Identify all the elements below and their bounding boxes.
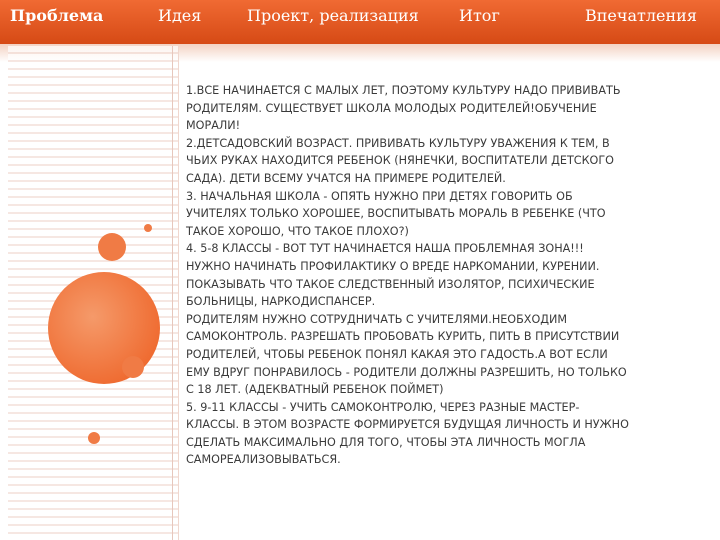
text-line: РОДИТЕЛЯМ НУЖНО СОТРУДНИЧАТЬ С УЧИТЕЛЯМИ… (186, 312, 568, 326)
text-line: 1.ВСЕ НАЧИНАЕТСЯ С МАЛЫХ ЛЕТ, ПОЭТОМУ КУ… (186, 84, 621, 97)
text-line: САМОРЕАЛИЗОВЫВАТЬСЯ. (186, 453, 341, 467)
text-line: 5. 9-11 КЛАССЫ - УЧИТЬ САМОКОНТРОЛЮ, ЧЕР… (186, 400, 580, 414)
text-line: 2.ДЕТСАДОВСКИЙ ВОЗРАСТ. ПРИВИВАТЬ КУЛЬТУ… (186, 136, 610, 150)
text-line: СДЕЛАТЬ МАКСИМАЛЬНО ДЛЯ ТОГО, ЧТОБЫ ЭТА … (186, 435, 586, 449)
text-line: ТАКОЕ ХОРОШО, ЧТО ТАКОЕ ПЛОХО?) (186, 224, 409, 238)
text-line: ПОКАЗЫВАТЬ ЧТО ТАКОЕ СЛЕДСТВЕННЫЙ ИЗОЛЯТ… (186, 277, 595, 291)
text-line: БОЛЬНИЦЫ, НАРКОДИСПАНСЕР. (186, 295, 376, 309)
text-line: УЧИТЕЛЯХ ТОЛЬКО ХОРОШЕЕ, ВОСПИТЫВАТЬ МОР… (186, 207, 606, 221)
divider-line (172, 46, 173, 540)
nav-item-problem[interactable]: Проблема (10, 6, 103, 25)
text-line: НУЖНО НАЧИНАТЬ ПРОФИЛАКТИКУ О ВРЕДЕ НАРК… (186, 259, 600, 273)
text-line: КЛАССЫ. В ЭТОМ ВОЗРАСТЕ ФОРМИРУЕТСЯ БУДУ… (186, 418, 629, 432)
divider-line-secondary (178, 46, 179, 540)
text-line: ЕМУ ВДРУГ ПОНРАВИЛОСЬ - РОДИТЕЛИ ДОЛЖНЫ … (186, 365, 627, 379)
text-line: ЧЬИХ РУКАХ НАХОДИТСЯ РЕБЕНОК (НЯНЕЧКИ, В… (186, 154, 614, 168)
nav-item-idea[interactable]: Идея (158, 6, 201, 25)
decorative-circle-small (122, 356, 144, 378)
decorative-circle-tiny (144, 224, 152, 232)
text-line: РОДИТЕЛЯМ. СУЩЕСТВУЕТ ШКОЛА МОЛОДЫХ РОДИ… (186, 101, 597, 115)
text-line: РОДИТЕЛЕЙ, ЧТОБЫ РЕБЕНОК ПОНЯЛ КАКАЯ ЭТО… (186, 347, 608, 361)
text-line: МОРАЛИ! (186, 119, 241, 133)
text-line: С 18 ЛЕТ. (АДЕКВАТНЫЙ РЕБЕНОК ПОЙМЕТ) (186, 383, 444, 397)
nav-item-project[interactable]: Проект, реализация (247, 6, 419, 25)
text-line: САМОКОНТРОЛЬ. РАЗРЕШАТЬ ПРОБОВАТЬ КУРИТЬ… (186, 330, 620, 344)
text-line: САДА). ДЕТИ ВСЕМУ УЧАТСЯ НА ПРИМЕРЕ РОДИ… (186, 171, 506, 185)
nav-item-impressions[interactable]: Впечатления (585, 6, 697, 25)
top-navigation-bar: Проблема Идея Проект, реализация Итог Вп… (0, 0, 720, 44)
decorative-circle-xsmall (88, 432, 100, 444)
text-line: 4. 5-8 КЛАССЫ - ВОТ ТУТ НАЧИНАЕТСЯ НАША … (186, 242, 584, 256)
nav-item-result[interactable]: Итог (459, 6, 500, 25)
text-line: 3. НАЧАЛЬНАЯ ШКОЛА - ОПЯТЬ НУЖНО ПРИ ДЕТ… (186, 189, 573, 203)
decorative-circle-medium (98, 233, 126, 261)
slide-body-text: 1.ВСЕ НАЧИНАЕТСЯ С МАЛЫХ ЛЕТ, ПОЭТОМУ КУ… (186, 82, 698, 469)
